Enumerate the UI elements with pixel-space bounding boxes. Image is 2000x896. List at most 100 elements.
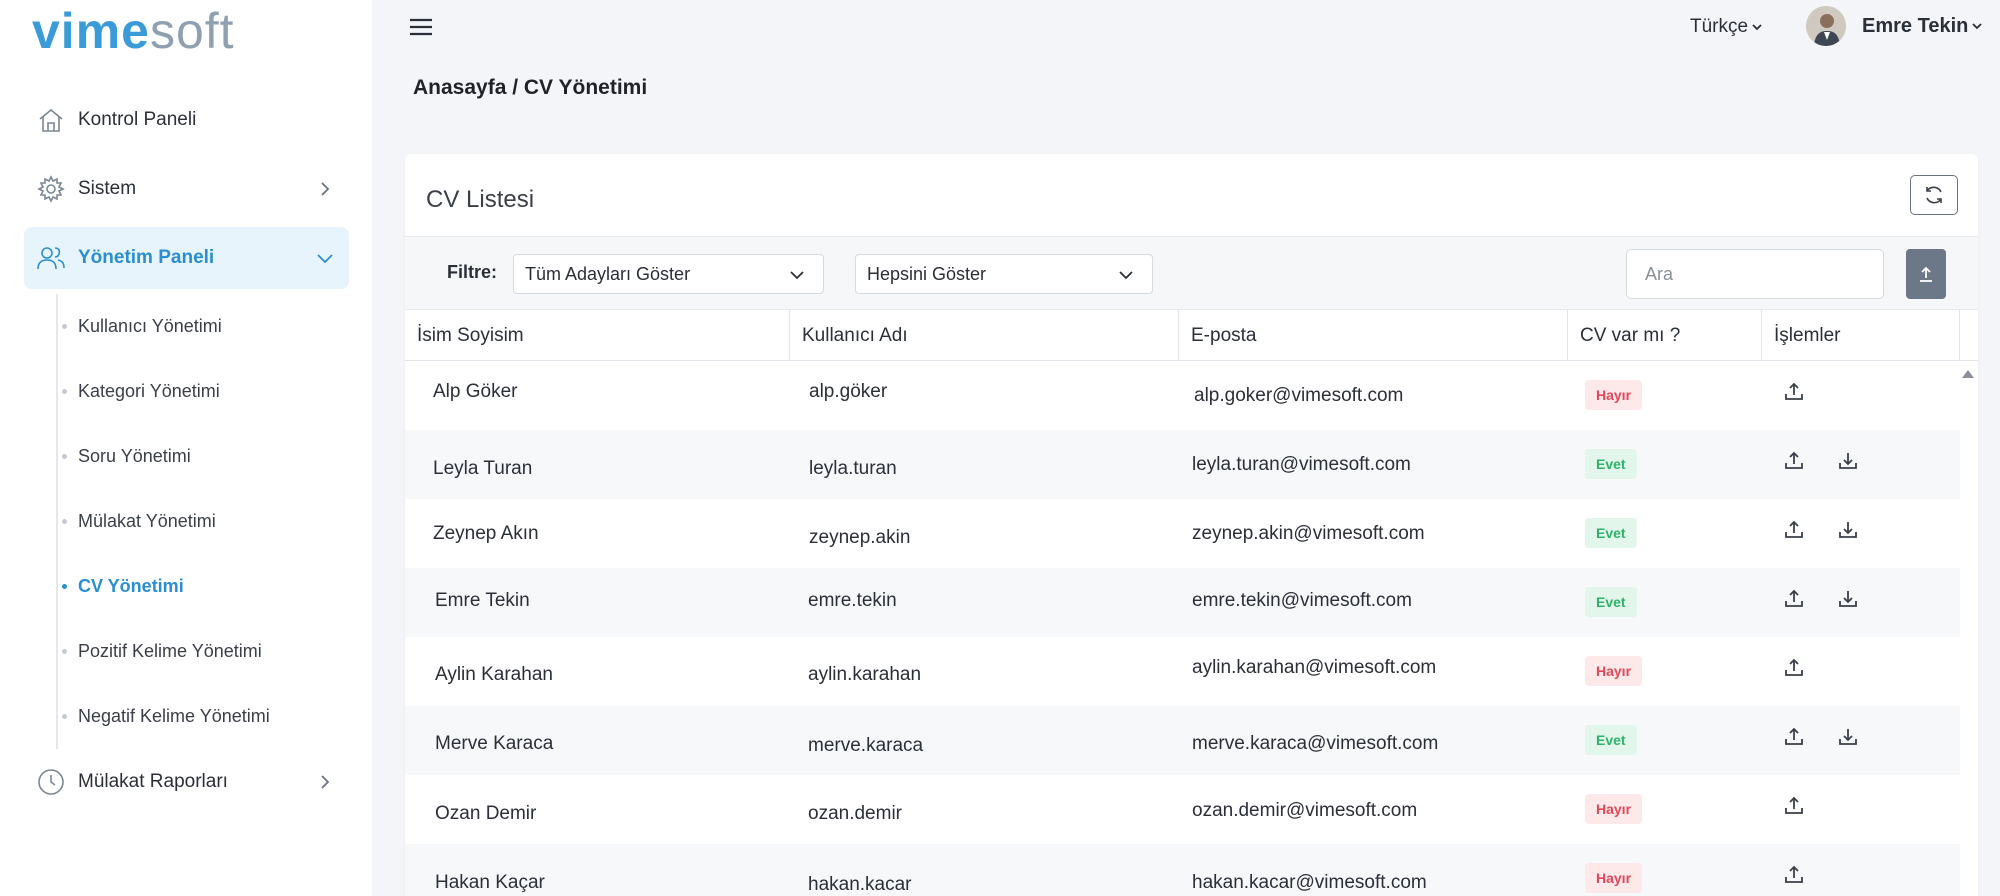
sidebar-item-kontrol-paneli[interactable]: Kontrol Paneli [24,89,349,151]
cell-name: Ozan Demir [435,803,537,824]
column-header-username[interactable]: Kullanıcı Adı [790,310,1179,361]
table-row[interactable]: Emre Tekin emre.tekin emre.tekin@vimesof… [405,568,1960,637]
table-row[interactable]: Alp Göker alp.göker alp.goker@vimesoft.c… [405,361,1960,430]
chevron-right-icon [321,182,330,196]
subnav-item-mulakat-yonetimi[interactable]: Mülakat Yönetimi [62,506,216,536]
subnav-item-cv-yonetimi[interactable]: CV Yönetimi [62,571,184,601]
upload-icon [1785,589,1803,607]
table-row[interactable]: Hakan Kaçar hakan.kacar hakan.kacar@vime… [405,844,1960,896]
column-header-label: İşlemler [1774,324,1841,346]
users-icon [36,243,66,273]
sidebar-item-label: Mülakat Raporları [78,771,228,792]
sidebar: vimesoft Kontrol Paneli Sistem Yönetim P… [0,0,372,896]
cell-username: hakan.kacar [808,874,912,895]
column-header-cv[interactable]: CV var mı ? [1568,310,1762,361]
table-row[interactable]: Aylin Karahan aylin.karahan aylin.karaha… [405,637,1960,706]
download-icon [1839,522,1857,538]
upload-cv-button[interactable] [1780,378,1808,406]
subnav-item-kategori-yonetimi[interactable]: Kategori Yönetimi [62,376,220,406]
chevron-down-icon [790,271,804,280]
status-badge: Hayır [1585,794,1643,824]
cell-email: emre.tekin@vimesoft.com [1192,590,1412,611]
cell-email: leyla.turan@vimesoft.com [1192,454,1411,475]
upload-cv-button[interactable] [1780,654,1808,682]
upload-cv-button[interactable] [1780,516,1808,544]
table-row[interactable]: Ozan Demir ozan.demir ozan.demir@vimesof… [405,775,1960,844]
language-label: Türkçe [1690,16,1749,37]
status-badge: Evet [1585,518,1637,548]
sidebar-item-label: Yönetim Paneli [78,247,215,268]
chevron-down-icon [317,254,333,264]
upload-cv-button[interactable] [1780,723,1808,751]
subnav-item-label: Mülakat Yönetimi [78,510,216,531]
cv-list-card: CV Listesi Filtre: Tüm Adayları Göster H… [405,154,1978,896]
subnav-item-kullanici-yonetimi[interactable]: Kullanıcı Yönetimi [62,311,222,341]
upload-cv-button[interactable] [1780,861,1808,889]
filter-bar: Filtre: Tüm Adayları Göster Hepsini Göst… [405,237,1978,309]
download-cv-button[interactable] [1834,723,1862,751]
hamburger-menu-icon[interactable] [408,16,434,38]
sidebar-item-mulakat-raporlari[interactable]: Mülakat Raporları [24,751,349,813]
download-icon [1839,453,1857,469]
bullet-dot [62,323,67,329]
vimesoft-logo[interactable]: vimesoft [32,2,235,60]
bullet-dot [62,583,67,589]
bullet-dot [62,713,67,719]
user-name: Emre Tekin [1862,14,1969,37]
chevron-down-icon [1752,24,1762,31]
refresh-button[interactable] [1910,175,1958,215]
subnav-item-label: Kategori Yönetimi [78,380,220,401]
language-selector[interactable]: Türkçe [1690,16,1762,38]
subnav-item-label: Kullanıcı Yönetimi [78,315,222,336]
candidate-filter-select[interactable]: Tüm Adayları Göster [513,254,824,294]
upload-icon [1785,520,1803,538]
column-header-label: CV var mı ? [1580,324,1681,346]
upload-cv-button[interactable] [1780,447,1808,475]
cell-email: hakan.kacar@vimesoft.com [1192,872,1427,893]
cell-name: Merve Karaca [435,733,554,754]
subnav-item-negatif-kelime-yonetimi[interactable]: Negatif Kelime Yönetimi [62,701,270,731]
status-badge: Hayır [1585,380,1643,410]
select-value: Hepsini Göster [867,263,987,284]
cell-name: Emre Tekin [435,590,530,611]
bullet-dot [62,453,67,459]
cell-username: alp.göker [809,381,888,402]
table-row[interactable]: Leyla Turan leyla.turan leyla.turan@vime… [405,430,1960,499]
column-header-email[interactable]: E-posta [1179,310,1568,361]
download-cv-button[interactable] [1834,585,1862,613]
upload-cv-button[interactable] [1780,792,1808,820]
bullet-dot [62,648,67,654]
search-input[interactable] [1626,249,1884,299]
cell-email: merve.karaca@vimesoft.com [1192,733,1439,754]
subnav-item-label: Soru Yönetimi [78,445,191,466]
download-cv-button[interactable] [1834,447,1862,475]
column-header-label: Kullanıcı Adı [802,324,908,346]
logo-part-vime: vime [32,3,150,59]
scroll-up-arrow[interactable] [1962,370,1974,378]
sidebar-item-yonetim-paneli[interactable]: Yönetim Paneli [24,227,349,289]
subnav-item-soru-yonetimi[interactable]: Soru Yönetimi [62,441,191,471]
upload-button[interactable] [1906,249,1946,299]
table-row[interactable]: Merve Karaca merve.karaca merve.karaca@v… [405,706,1960,775]
refresh-icon [1926,186,1942,204]
upload-icon [1785,865,1803,883]
table-row[interactable]: Zeynep Akın zeynep.akin zeynep.akin@vime… [405,499,1960,568]
upload-icon [1785,382,1803,400]
home-icon [36,105,66,135]
sidebar-item-sistem[interactable]: Sistem [24,158,349,220]
download-cv-button[interactable] [1834,516,1862,544]
user-menu[interactable]: Emre Tekin [1806,6,1982,46]
cell-username: leyla.turan [809,458,897,479]
column-header-name[interactable]: İsim Soyisim [405,310,790,361]
column-header-label: E-posta [1191,324,1257,346]
upload-cv-button[interactable] [1780,585,1808,613]
subnav-line [56,294,58,749]
filter-label: Filtre: [447,262,498,282]
cell-email: zeynep.akin@vimesoft.com [1192,523,1425,544]
subnav-item-pozitif-kelime-yonetimi[interactable]: Pozitif Kelime Yönetimi [62,636,262,666]
cell-email: aylin.karahan@vimesoft.com [1192,657,1437,678]
cell-name: Aylin Karahan [435,664,553,685]
cv-filter-select[interactable]: Hepsini Göster [855,254,1153,294]
chevron-right-icon [321,775,330,789]
column-header-label: İsim Soyisim [417,324,524,346]
